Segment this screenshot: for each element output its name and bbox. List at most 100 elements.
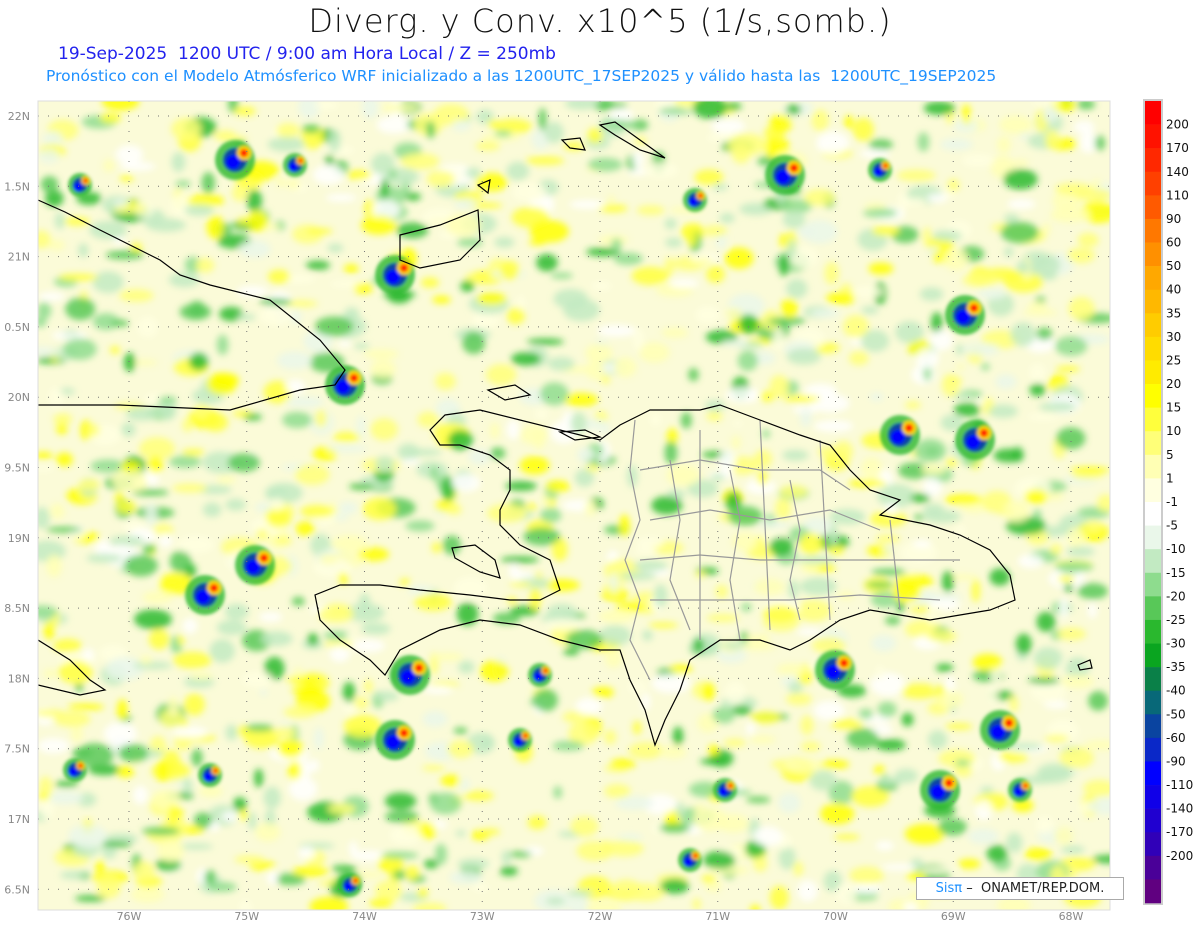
field-blob — [636, 205, 665, 216]
field-blob — [456, 602, 479, 626]
convergence-cell — [63, 758, 87, 782]
field-blob — [584, 343, 613, 364]
field-blob — [204, 869, 216, 885]
field-blob — [564, 101, 600, 110]
field-blob — [688, 367, 699, 382]
colorbar-box — [1145, 407, 1161, 432]
field-blob — [638, 342, 670, 363]
field-blob — [1024, 489, 1048, 504]
field-blob — [922, 477, 943, 497]
latitude-label: 19N — [8, 532, 30, 545]
field-blob — [703, 850, 736, 870]
field-blob — [799, 532, 824, 555]
field-blob — [875, 840, 895, 851]
field-blob — [1015, 633, 1032, 655]
field-blob — [711, 118, 746, 134]
field-blob — [1029, 383, 1046, 397]
field-blob — [237, 216, 249, 226]
field-blob — [405, 520, 435, 532]
colorbar-box — [1145, 478, 1161, 503]
field-blob — [904, 401, 921, 410]
colorbar-box — [1145, 690, 1161, 715]
field-blob — [300, 504, 335, 518]
field-blob — [393, 869, 406, 880]
field-blob — [1036, 327, 1053, 341]
field-blob — [1088, 691, 1108, 711]
field-blob — [234, 855, 265, 864]
field-blob — [536, 253, 558, 272]
field-blob — [116, 765, 135, 778]
field-blob — [686, 224, 697, 248]
colorbar-box — [1145, 431, 1161, 456]
field-blob — [695, 305, 721, 324]
field-blob — [1054, 827, 1074, 845]
field-blob — [570, 816, 599, 837]
field-blob — [43, 668, 57, 679]
field-blob — [381, 851, 419, 860]
field-blob — [312, 164, 345, 185]
field-blob — [375, 455, 395, 472]
field-blob — [813, 700, 845, 721]
field-blob — [199, 785, 223, 798]
field-blob — [133, 609, 172, 630]
convergence-cell — [713, 778, 737, 802]
field-blob — [852, 285, 883, 298]
field-blob — [1004, 246, 1014, 258]
field-blob — [868, 262, 894, 275]
field-blob — [501, 850, 512, 865]
field-blob — [871, 634, 897, 652]
field-blob — [418, 822, 437, 839]
field-blob — [423, 859, 439, 869]
field-blob — [130, 886, 165, 903]
field-blob — [1006, 832, 1023, 853]
field-blob — [649, 412, 662, 427]
latitude-label: 20N — [8, 391, 30, 404]
field-blob — [940, 138, 973, 151]
field-blob — [848, 351, 869, 366]
field-blob — [927, 630, 957, 643]
field-blob — [1055, 365, 1081, 373]
field-blob — [553, 786, 563, 799]
field-blob — [749, 735, 776, 744]
field-blob — [796, 227, 813, 237]
field-blob — [361, 215, 397, 235]
field-blob — [60, 871, 88, 880]
field-blob — [980, 786, 994, 794]
field-blob — [118, 744, 148, 763]
field-blob — [171, 152, 186, 172]
field-blob — [416, 889, 429, 898]
field-blob — [1066, 247, 1095, 264]
colorbar-label: -60 — [1166, 731, 1186, 745]
field-blob — [120, 461, 141, 473]
field-blob — [193, 404, 210, 419]
field-blob — [932, 230, 963, 242]
convergence-cell — [338, 873, 362, 897]
field-blob — [509, 580, 533, 588]
field-blob — [782, 449, 809, 461]
convergence-cell — [683, 188, 707, 212]
field-blob — [693, 637, 704, 654]
convergence-cell — [945, 295, 985, 335]
field-blob — [169, 455, 201, 469]
field-blob — [977, 288, 1006, 300]
field-blob — [216, 475, 236, 484]
field-blob — [852, 117, 874, 142]
field-blob — [258, 611, 283, 622]
field-blob — [1057, 627, 1087, 641]
latitude-label: 6.5N — [4, 883, 30, 896]
colorbar-box — [1145, 808, 1161, 833]
field-blob — [510, 352, 542, 366]
convergence-cell — [678, 848, 702, 872]
longitude-labels: 76W 75W 74W 73W 72W 71W 70W 69W 68W — [117, 910, 1084, 923]
field-blob — [46, 554, 62, 578]
field-blob — [167, 804, 178, 828]
field-blob — [331, 865, 357, 872]
field-blob — [96, 875, 121, 899]
field-blob — [298, 846, 316, 860]
field-blob — [829, 523, 838, 546]
field-blob — [661, 327, 689, 339]
field-blob — [525, 503, 538, 511]
colorbar-label: 110 — [1166, 188, 1189, 202]
field-blob — [319, 554, 337, 565]
field-blob — [879, 777, 905, 785]
